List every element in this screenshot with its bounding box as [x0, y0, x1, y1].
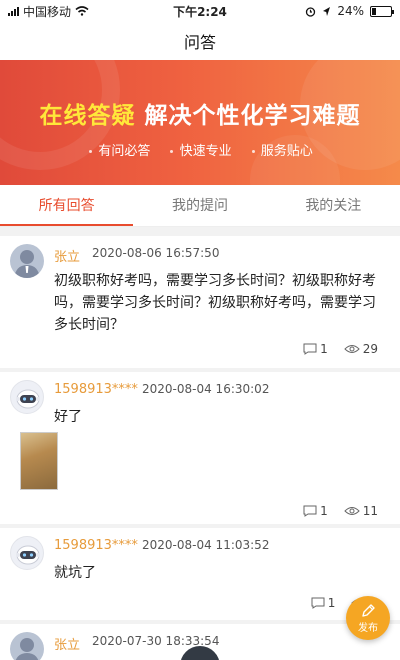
- robot-avatar-icon: [16, 545, 40, 565]
- pencil-icon: [362, 603, 375, 617]
- post-author[interactable]: 1598913****: [54, 382, 138, 397]
- view-stat: 29: [344, 342, 378, 356]
- eye-icon: [344, 345, 360, 353]
- post-author[interactable]: 张立: [54, 246, 80, 265]
- tab-bar: 所有回答 我的提问 我的关注: [0, 185, 400, 227]
- post-stats: 1 29: [303, 342, 378, 356]
- avatar[interactable]: [10, 244, 44, 278]
- alarm-icon: [306, 6, 316, 17]
- carrier-label: 中国移动: [23, 4, 72, 19]
- battery-percent: 24%: [337, 4, 364, 18]
- list-item[interactable]: 1598913**** 2020-08-04 16:30:02 好了 1 11: [0, 372, 400, 524]
- eye-icon: [344, 507, 360, 515]
- avatar[interactable]: [10, 380, 44, 414]
- banner-title: 在线答疑 解决个性化学习难题: [0, 96, 400, 130]
- list-item[interactable]: 1598913**** 2020-08-04 11:03:52 就坑了 1 5: [0, 528, 400, 620]
- banner-subtitle: 快速专业: [168, 140, 232, 159]
- comment-icon: [303, 343, 317, 355]
- comment-icon: [303, 505, 317, 517]
- post-time: 2020-08-04 16:30:02: [142, 382, 270, 396]
- view-stat: 11: [344, 504, 378, 518]
- status-bar: 中国移动 下午2:24 24%: [0, 0, 400, 22]
- comment-stat[interactable]: 1: [303, 342, 328, 356]
- post-image-thumbnail[interactable]: [20, 432, 58, 490]
- signal-icon: [8, 6, 19, 16]
- comment-stat[interactable]: 1: [303, 504, 328, 518]
- post-author[interactable]: 1598913****: [54, 538, 138, 553]
- user-avatar-icon: [15, 638, 39, 660]
- banner-subtitle: 服务贴心: [250, 140, 313, 159]
- robot-avatar-icon: [16, 389, 40, 409]
- comment-icon: [311, 597, 325, 609]
- view-count: 29: [362, 342, 378, 356]
- post-content[interactable]: 初级职称好考吗，需要学习多长时间？初级职称好考吗，需要学习多长时间？初级职称好考…: [54, 270, 386, 336]
- tab-all-answers[interactable]: 所有回答: [0, 185, 134, 226]
- banner-title-highlight: 在线答疑: [39, 103, 136, 129]
- post-content[interactable]: 就坑了: [54, 562, 386, 584]
- comment-count: 1: [320, 342, 328, 356]
- battery-icon: [370, 5, 394, 17]
- post-stats: 1 11: [303, 504, 378, 518]
- post-time: 2020-08-06 16:57:50: [92, 246, 220, 260]
- status-left: 中国移动: [8, 3, 89, 20]
- tab-my-questions[interactable]: 我的提问: [133, 185, 266, 226]
- comment-count: 1: [320, 504, 328, 518]
- list-item[interactable]: 张立 2020-08-06 16:57:50 初级职称好考吗，需要学习多长时间？…: [0, 236, 400, 368]
- avatar[interactable]: [10, 536, 44, 570]
- banner[interactable]: 在线答疑 解决个性化学习难题 有问必答 快速专业 服务贴心: [0, 60, 400, 185]
- wifi-icon: [75, 6, 89, 16]
- page-title: 问答: [183, 33, 216, 52]
- publish-button[interactable]: 发布: [346, 596, 390, 640]
- tab-my-follows[interactable]: 我的关注: [267, 185, 400, 226]
- banner-title-rest: 解决个性化学习难题: [144, 103, 361, 129]
- banner-subtitles: 有问必答 快速专业 服务贴心: [0, 140, 400, 159]
- location-icon: [323, 6, 331, 16]
- avatar[interactable]: [10, 632, 44, 660]
- view-count: 11: [362, 504, 378, 518]
- post-content[interactable]: 好了: [54, 406, 386, 428]
- comment-count: 1: [327, 596, 336, 610]
- banner-subtitle: 有问必答: [87, 140, 150, 159]
- user-avatar-icon: [14, 250, 40, 278]
- post-time: 2020-08-04 11:03:52: [142, 538, 270, 552]
- comment-stat[interactable]: 1: [311, 596, 336, 610]
- post-author[interactable]: 张立: [54, 634, 80, 653]
- publish-label: 发布: [358, 622, 378, 634]
- nav-bar: 问答: [0, 22, 400, 60]
- status-right: 24%: [305, 4, 394, 18]
